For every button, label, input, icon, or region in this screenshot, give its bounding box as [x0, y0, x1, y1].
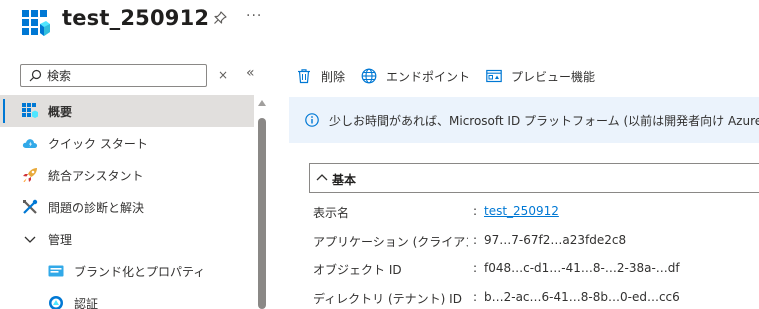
sidebar-item-label: 概要 [48, 104, 73, 119]
globe-icon [361, 68, 377, 84]
chevron-up-icon [316, 174, 328, 181]
sidebar-scrollbar[interactable] [258, 118, 266, 309]
preview-features-label: プレビュー機能 [511, 69, 596, 84]
endpoints-label: エンドポイント [386, 69, 471, 84]
essentials-row-display-name: 表示名 : test_250912 [313, 199, 759, 228]
info-banner-text: 少しお時間があれば、Microsoft ID プラットフォーム (以前は開発者向… [329, 114, 759, 128]
scroll-up-arrow-icon[interactable] [258, 100, 266, 106]
delete-label: 削除 [321, 69, 346, 84]
info-icon [305, 113, 319, 127]
sidebar-item-diagnose[interactable]: 問題の診断と解決 [0, 191, 254, 223]
row-colon: : [473, 289, 478, 304]
endpoints-button[interactable]: エンドポイント [361, 68, 470, 85]
row-colon: : [473, 204, 478, 218]
client-id-label: アプリケーション (クライアント… [313, 234, 468, 249]
tenant-id-label: ディレクトリ (テナント) ID [313, 291, 462, 306]
command-bar: 削除 エンドポイント プレビュー機能 [296, 64, 611, 88]
app-registration-icon [22, 10, 50, 36]
collapse-menu-icon[interactable]: « [246, 65, 255, 81]
essentials-row-client-id: アプリケーション (クライアント… : 97…7-67f2…a23fde2c8 [313, 228, 759, 257]
more-options-icon[interactable]: ··· [246, 8, 262, 24]
chevron-down-icon [24, 236, 36, 243]
sidebar-nav: 概要 クイック スタート 統合アシスタント 問題の診断と解決 管理 ブランド化と… [0, 95, 254, 309]
sidebar-item-label: 統合アシスタント [48, 168, 144, 183]
branding-icon [48, 265, 64, 277]
sidebar-item-label: 問題の診断と解決 [48, 200, 145, 215]
preview-features-button[interactable]: プレビュー機能 [486, 68, 595, 85]
essentials-title: 基本 [332, 173, 357, 187]
object-id-label: オブジェクト ID [313, 263, 402, 277]
sidebar-item-label: 認証 [74, 296, 99, 309]
row-colon: : [473, 232, 478, 247]
essentials-row-tenant-id: ディレクトリ (テナント) ID : b…2-ac…6-41…8-8b…0-ed… [313, 285, 759, 309]
clear-search-icon[interactable]: × [218, 68, 228, 82]
sidebar-item-label: ブランド化とプロパティ [74, 264, 206, 279]
essentials-toggle[interactable]: 基本 [309, 163, 759, 193]
preview-features-icon [486, 69, 502, 83]
row-colon: : [473, 261, 478, 275]
pin-icon[interactable] [212, 10, 228, 26]
essentials-list: 表示名 : test_250912 アプリケーション (クライアント… : 97… [313, 199, 759, 309]
search-box[interactable] [20, 64, 207, 87]
display-name-label: 表示名 [313, 206, 350, 220]
page-title: test_250912 [62, 6, 210, 30]
display-name-link[interactable]: test_250912 [484, 204, 559, 218]
sidebar-item-label: クイック スタート [48, 136, 148, 151]
search-icon [29, 69, 42, 82]
tenant-id-value: b…2-ac…6-41…8-8b…0-ed…cc6 [484, 289, 680, 304]
sidebar-item-integration-assistant[interactable]: 統合アシスタント [0, 159, 254, 191]
sidebar-item-quickstart[interactable]: クイック スタート [0, 127, 254, 159]
tools-icon [23, 199, 38, 214]
search-input[interactable] [47, 67, 202, 84]
sidebar-item-branding[interactable]: ブランド化とプロパティ [0, 255, 254, 287]
trash-icon [298, 69, 310, 84]
auth-icon [49, 296, 63, 309]
client-id-value: 97…7-67f2…a23fde2c8 [484, 232, 627, 247]
sidebar-item-overview[interactable]: 概要 [0, 95, 254, 127]
essentials-row-object-id: オブジェクト ID : f048…c-d1…-41…8-…2-38a-…df [313, 256, 759, 285]
info-banner: 少しお時間があれば、Microsoft ID プラットフォーム (以前は開発者向… [289, 97, 759, 143]
delete-button[interactable]: 削除 [296, 68, 345, 85]
sidebar-group-manage[interactable]: 管理 [0, 223, 254, 255]
cloud-icon [22, 139, 38, 148]
sidebar-item-label: 管理 [48, 232, 73, 247]
rocket-icon [23, 168, 37, 182]
object-id-value: f048…c-d1…-41…8-…2-38a-…df [484, 261, 680, 275]
sidebar-item-authentication[interactable]: 認証 [0, 287, 254, 309]
overview-grid-icon [22, 103, 38, 118]
page-header: test_250912 ··· [0, 0, 759, 50]
